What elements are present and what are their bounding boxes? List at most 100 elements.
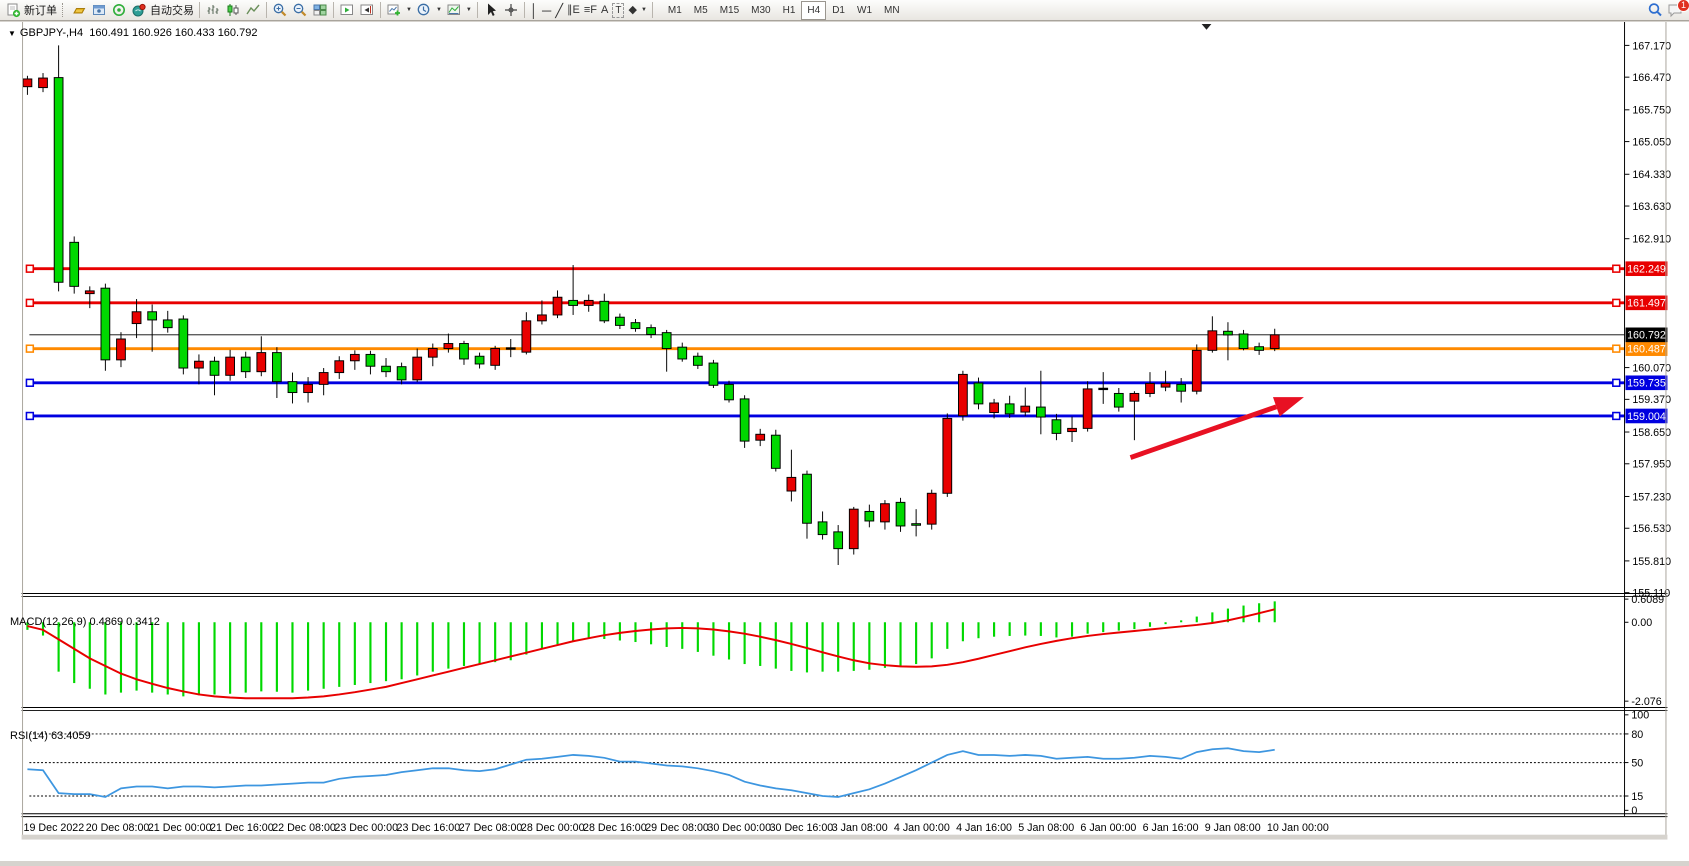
price-tick-label: 157.950	[1632, 459, 1671, 471]
mt4-window: { "toolbar": { "new_order_label": "新订单",…	[0, 0, 1689, 861]
time-axis: 19 Dec 202220 Dec 08:0021 Dec 00:0021 De…	[24, 822, 1329, 834]
time-tick-label: 21 Dec 00:00	[148, 822, 212, 834]
trendline-icon: ╱	[555, 4, 563, 17]
new-order-button[interactable]: 新订单	[3, 1, 59, 20]
toolbar-separator	[333, 2, 334, 18]
candle	[803, 474, 812, 523]
text-tool[interactable]: A	[599, 1, 610, 20]
market-watch-icon	[91, 2, 107, 18]
candle	[818, 522, 827, 535]
chart-canvas[interactable]: 167.170166.470165.750165.050164.330163.6…	[0, 22, 1689, 861]
candle	[288, 382, 297, 393]
zoom-in-button[interactable]	[270, 1, 290, 20]
price-tick-label: 167.170	[1632, 40, 1671, 52]
timeframe-D1[interactable]: D1	[826, 1, 851, 20]
auto-scroll-button[interactable]	[337, 1, 357, 20]
timeframe-MN[interactable]: MN	[878, 1, 906, 20]
candle	[943, 418, 952, 493]
cursor-button[interactable]	[481, 1, 501, 20]
timeframe-H4[interactable]: H4	[801, 1, 826, 20]
periods-button[interactable]: ▼	[414, 1, 444, 20]
candle	[834, 532, 843, 549]
crosshair-button[interactable]	[501, 1, 521, 20]
candle	[304, 384, 313, 392]
depth-of-market-button[interactable]	[69, 1, 89, 20]
line-chart-icon	[245, 2, 261, 18]
candle	[553, 297, 562, 315]
zoom-out-button[interactable]	[290, 1, 310, 20]
candle	[413, 357, 422, 380]
vline-icon: │	[530, 4, 538, 17]
vertical-line-tool[interactable]: │	[528, 1, 540, 20]
candle	[54, 78, 63, 283]
horizontal-line-tool[interactable]: ─	[540, 1, 553, 20]
chat-button[interactable]: 1	[1665, 1, 1686, 20]
timeframe-M1[interactable]: M1	[662, 1, 688, 20]
hline-icon: ─	[542, 4, 551, 17]
search-button[interactable]	[1645, 1, 1665, 20]
candlestick-chart-button[interactable]	[223, 1, 243, 20]
line-chart-button[interactable]	[243, 1, 263, 20]
toolbar-grip	[62, 3, 66, 17]
timeframe-M5[interactable]: M5	[688, 1, 714, 20]
candle	[662, 333, 671, 349]
price-tick-label: 165.750	[1632, 105, 1671, 117]
candle	[990, 403, 999, 413]
price-tick-label: 164.330	[1632, 169, 1671, 181]
timeframe-M30[interactable]: M30	[745, 1, 776, 20]
svg-text:0.6089: 0.6089	[1631, 594, 1664, 606]
toolbar-separator	[266, 2, 267, 18]
time-tick-label: 30 Dec 00:00	[707, 822, 771, 834]
candle	[725, 384, 734, 399]
zoom-in-icon	[272, 2, 288, 18]
fibonacci-tool[interactable]: ≡F	[582, 1, 599, 20]
channel-tool[interactable]: ∥E	[565, 1, 582, 20]
tile-windows-button[interactable]	[310, 1, 330, 20]
candle	[584, 300, 593, 305]
toolbar-separator	[524, 2, 525, 18]
timeframe-H1[interactable]: H1	[777, 1, 802, 20]
candle	[647, 328, 656, 335]
channel-icon: ∥E	[567, 5, 580, 16]
symbol-title[interactable]: ▼GBPJPY-,H4 160.491 160.926 160.433 160.…	[8, 27, 257, 39]
time-tick-label: 19 Dec 2022	[24, 822, 85, 834]
market-watch-button[interactable]	[89, 1, 109, 20]
candle	[849, 509, 858, 548]
chart-dropdown-icon[interactable]: ▼	[8, 29, 16, 38]
time-tick-label: 5 Jan 08:00	[1018, 822, 1074, 834]
price-tick-label: 160.070	[1632, 362, 1671, 374]
candle	[428, 349, 437, 358]
label-tool[interactable]: T	[610, 1, 626, 20]
time-tick-label: 4 Jan 16:00	[956, 822, 1012, 834]
candle	[241, 357, 250, 372]
time-tick-label: 9 Jan 08:00	[1205, 822, 1261, 834]
svg-text:0: 0	[1631, 805, 1637, 817]
candle	[179, 319, 188, 368]
chart-area[interactable]: 167.170166.470165.750165.050164.330163.6…	[0, 22, 1689, 861]
candle	[522, 321, 531, 352]
chart-shift-button[interactable]	[357, 1, 377, 20]
cursor-icon	[483, 2, 499, 18]
line-handle	[1613, 379, 1620, 386]
time-tick-label: 6 Jan 00:00	[1080, 822, 1136, 834]
candle	[1114, 393, 1123, 407]
price-badge-label: 161.497	[1627, 298, 1666, 310]
templates-button[interactable]: ▼	[444, 1, 474, 20]
signals-button[interactable]	[109, 1, 129, 20]
time-tick-label: 23 Dec 16:00	[397, 822, 461, 834]
line-handle	[1613, 299, 1620, 306]
candle	[569, 300, 578, 305]
indicators-button[interactable]: ▼	[384, 1, 414, 20]
search-icon	[1647, 2, 1663, 18]
time-tick-label: 30 Dec 16:00	[770, 822, 834, 834]
candle	[148, 312, 157, 320]
candle	[912, 524, 921, 526]
autotrade-button[interactable]: 自动交易	[129, 1, 196, 20]
bar-chart-button[interactable]	[203, 1, 223, 20]
trendline-tool[interactable]: ╱	[553, 1, 565, 20]
timeframe-M15[interactable]: M15	[714, 1, 745, 20]
line-handle	[1613, 345, 1620, 352]
timeframe-W1[interactable]: W1	[851, 1, 878, 20]
shapes-tool[interactable]: ◆▼	[626, 1, 648, 20]
candle	[319, 373, 328, 385]
